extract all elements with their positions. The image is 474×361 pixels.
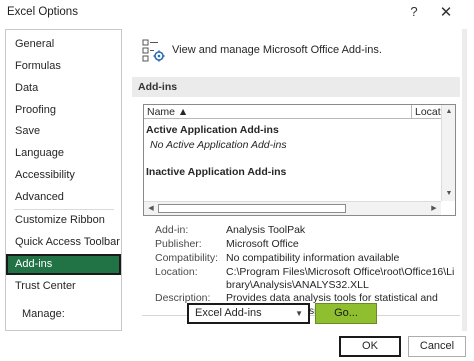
cancel-button[interactable]: Cancel (408, 336, 466, 357)
sidebar-item-data[interactable]: Data (6, 78, 121, 99)
go-button[interactable]: Go... (315, 303, 377, 324)
scroll-right-arrow-icon[interactable]: ▶ (427, 202, 441, 215)
panel-header-text: View and manage Microsoft Office Add-ins… (172, 44, 382, 56)
sidebar-item-quick-access-toolbar[interactable]: Quick Access Toolbar (6, 232, 121, 253)
horizontal-scroll-thumb[interactable] (158, 204, 346, 213)
column-header-location[interactable]: Locatio (412, 105, 442, 119)
sidebar-item-customize-ribbon[interactable]: Customize Ribbon (6, 210, 121, 231)
ok-button[interactable]: OK (339, 336, 401, 357)
list-horizontal-scrollbar[interactable]: ◀ ▶ (144, 201, 441, 215)
sidebar-item-proofing[interactable]: Proofing (6, 100, 121, 121)
sidebar-item-accessibility[interactable]: Accessibility (6, 165, 121, 186)
list-item: No Active Application Add-ins (150, 139, 287, 151)
panel-scrollbar[interactable] (462, 29, 467, 331)
section-title: Add-ins (132, 77, 460, 97)
list-group-header: Active Application Add-ins (146, 124, 279, 136)
addins-panel: View and manage Microsoft Office Add-ins… (122, 29, 467, 331)
sidebar-item-general[interactable]: General (6, 34, 121, 55)
close-button[interactable]: ✕ (437, 3, 455, 23)
compatibility-label: Compatibility: (155, 252, 219, 264)
title-bar: Excel Options ? ✕ (0, 0, 474, 26)
addins-list[interactable]: Name ▲ Locatio Active Application Add-in… (143, 104, 456, 216)
publisher-value: Microsoft Office (226, 238, 299, 250)
compatibility-value: No compatibility information available (226, 252, 400, 264)
manage-dropdown-value: Excel Add-ins (195, 307, 262, 319)
window-title: Excel Options (7, 6, 78, 18)
location-label: Location: (155, 266, 198, 278)
sidebar-item-save[interactable]: Save (6, 121, 121, 142)
sidebar-item-advanced[interactable]: Advanced (6, 187, 121, 208)
addin-value: Analysis ToolPak (226, 224, 306, 236)
location-value: C:\Program Files\Microsoft Office\root\O… (226, 266, 455, 291)
sidebar-item-language[interactable]: Language (6, 143, 121, 164)
scroll-up-arrow-icon[interactable]: ▲ (442, 105, 455, 119)
manage-label: Manage: (22, 308, 65, 320)
sidebar-item-trust-center[interactable]: Trust Center (6, 276, 121, 297)
scroll-down-arrow-icon[interactable]: ▼ (442, 187, 455, 201)
sidebar-item-add-ins[interactable]: Add-ins (6, 254, 121, 275)
chevron-down-icon: ▼ (295, 309, 303, 318)
options-sidebar: General Formulas Data Proofing Save Lang… (5, 29, 122, 331)
publisher-label: Publisher: (155, 238, 202, 250)
sidebar-item-formulas[interactable]: Formulas (6, 56, 121, 77)
list-vertical-scrollbar[interactable]: ▲ ▼ (441, 105, 455, 201)
list-group-header: Inactive Application Add-ins (146, 166, 287, 178)
addin-label: Add-in: (155, 224, 189, 236)
manage-dropdown[interactable]: Excel Add-ins ▼ (187, 303, 310, 324)
help-button[interactable]: ? (406, 4, 422, 22)
column-header-name[interactable]: Name ▲ (144, 105, 412, 119)
scroll-left-arrow-icon[interactable]: ◀ (144, 202, 158, 215)
addins-gear-icon (142, 39, 165, 62)
